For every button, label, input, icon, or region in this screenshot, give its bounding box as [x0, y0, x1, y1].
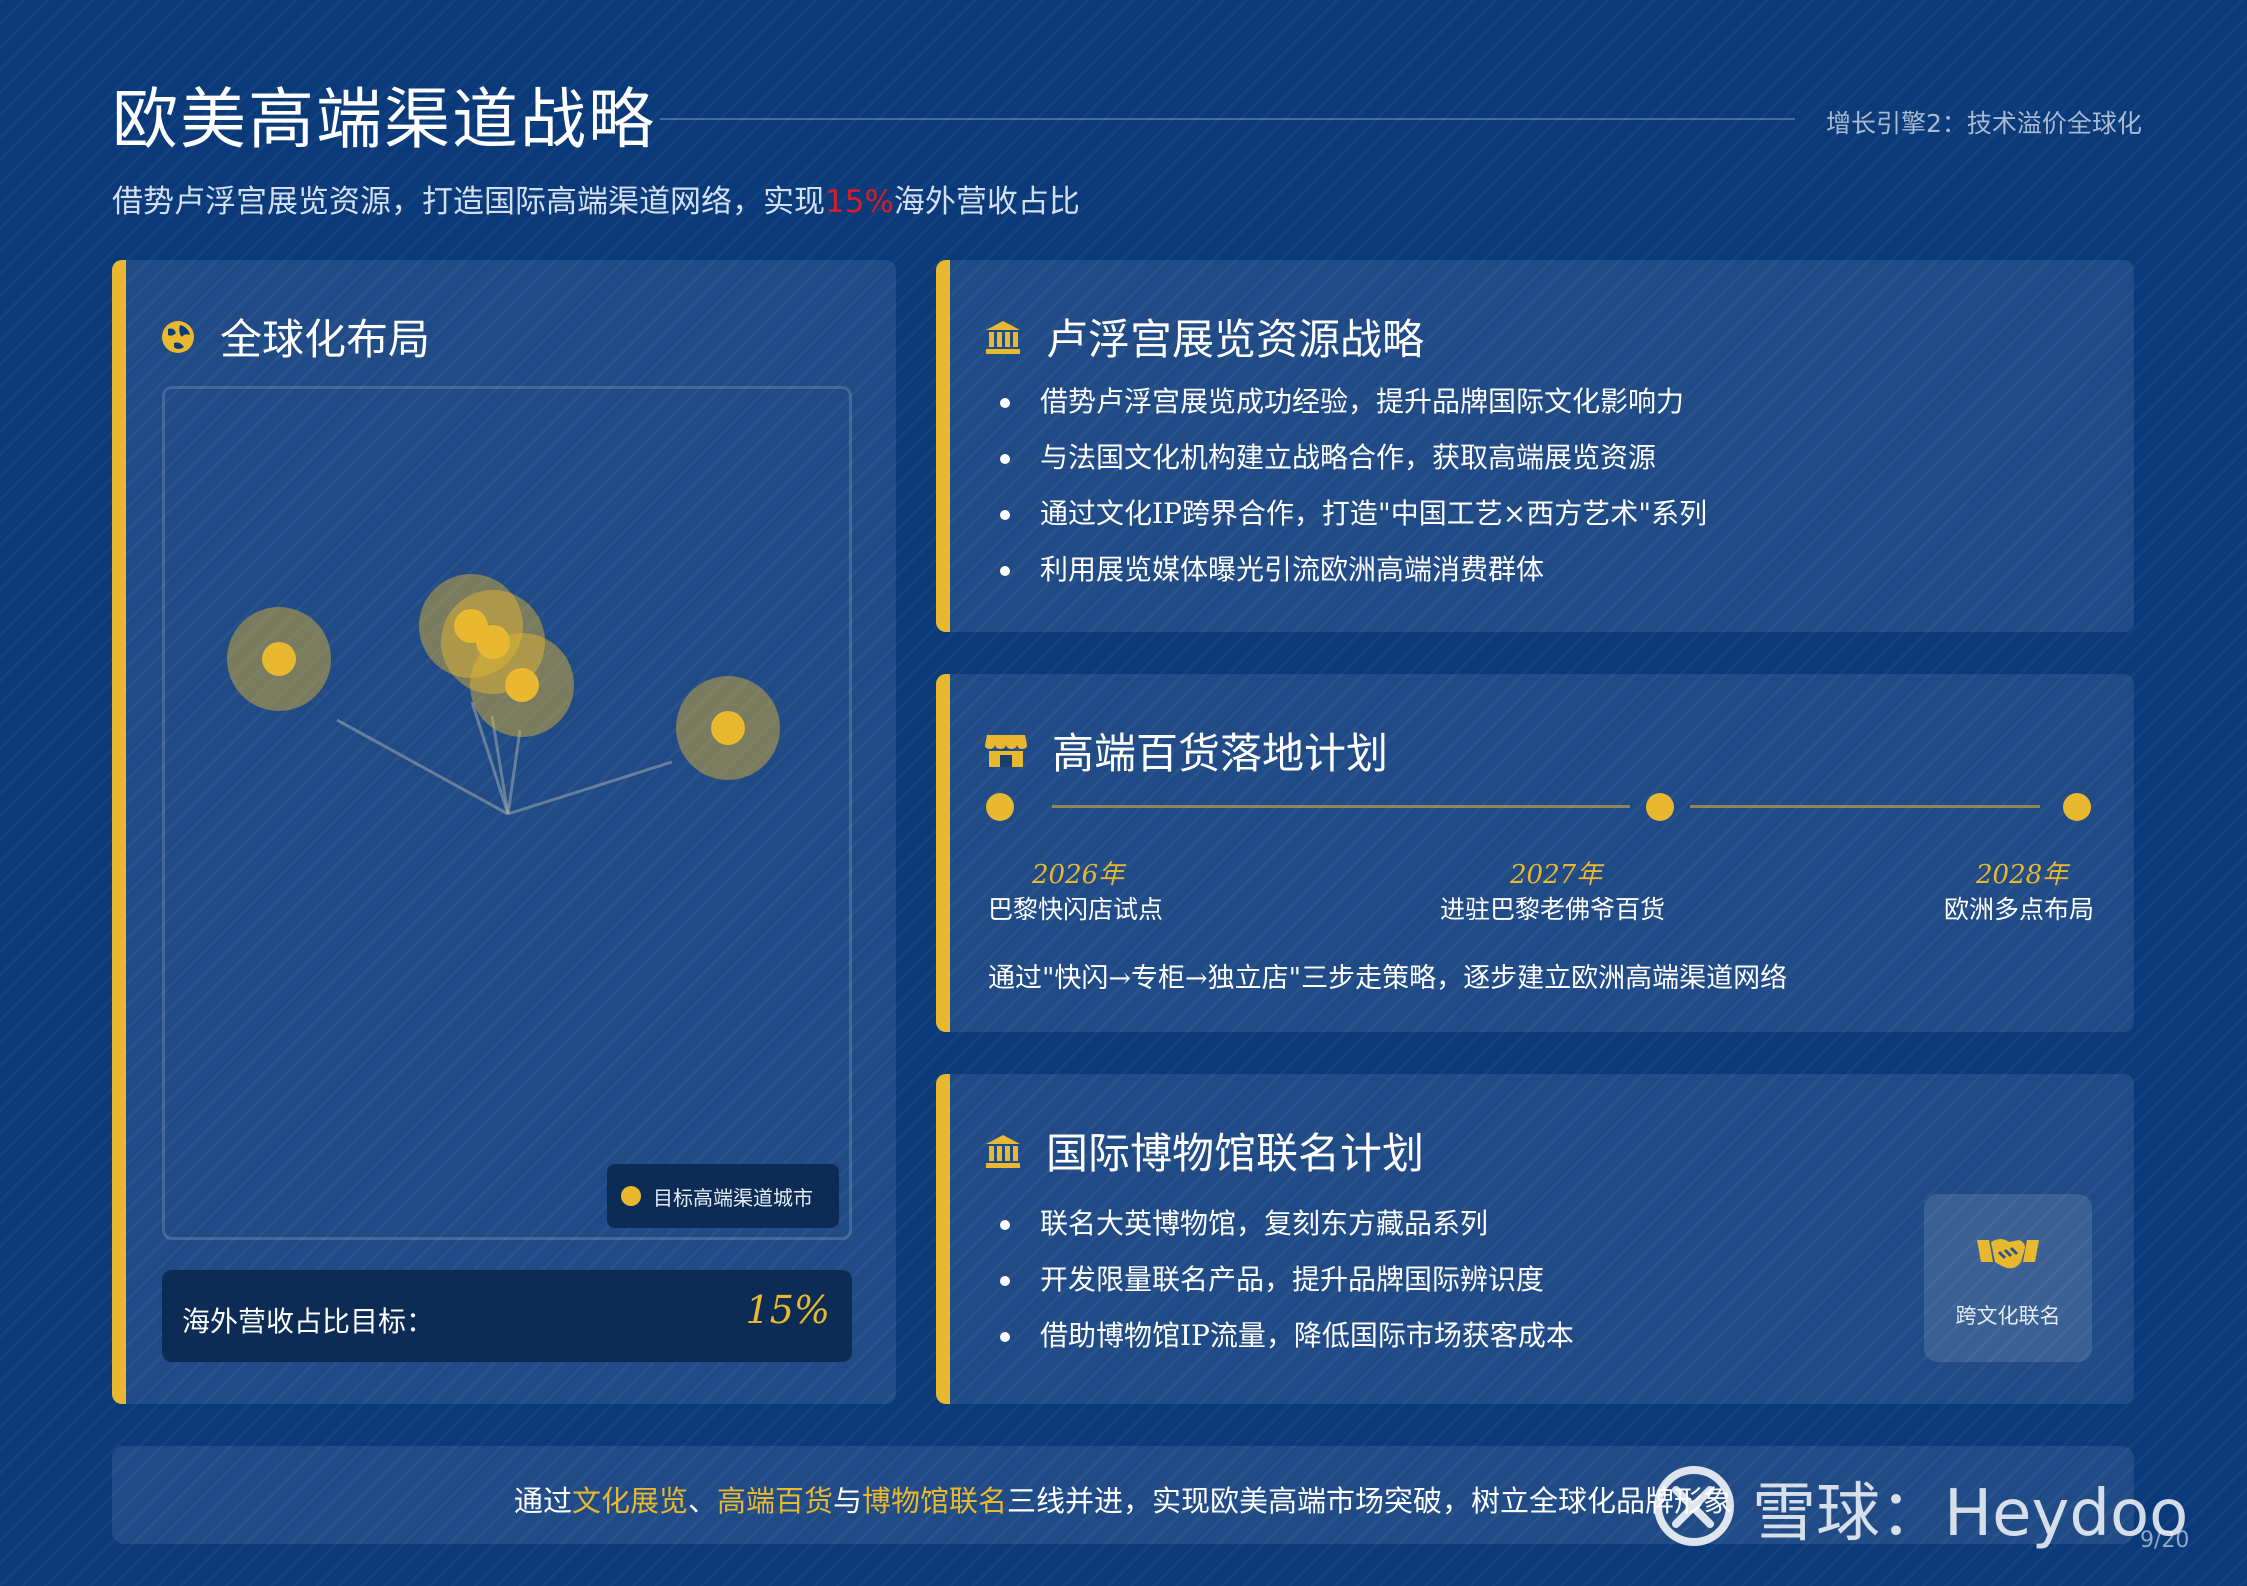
city-marker-5 — [676, 676, 780, 780]
list-item: 借助博物馆IP流量，降低国际市场获客成本 — [996, 1308, 1574, 1364]
louvre-bullet-list: 借势卢浮宫展览成功经验，提升品牌国际文化影响力 与法国文化机构建立战略合作，获取… — [996, 374, 1707, 598]
museum-title: 国际博物馆联名计划 — [1046, 1129, 1425, 1178]
legend-dot-icon — [621, 1186, 641, 1206]
list-item: 与法国文化机构建立战略合作，获取高端展览资源 — [996, 430, 1707, 486]
footer-text-2: 三线并进，实现欧美高端市场突破，树立全球化品牌形象 — [1007, 1484, 1733, 1518]
handshake-icon — [1975, 1232, 2041, 1280]
timeline-dot — [2063, 793, 2091, 821]
page-title: 欧美高端渠道战略 — [112, 81, 656, 158]
list-item: 联名大英博物馆，复刻东方藏品系列 — [996, 1196, 1574, 1252]
timeline-desc-3: 欧洲多点布局 — [1944, 895, 2095, 924]
timeline-connector — [1690, 805, 2040, 808]
timeline-year-1: 2026年 — [1032, 860, 1125, 890]
dept-title: 高端百货落地计划 — [1052, 729, 1389, 778]
timeline-year-2: 2027年 — [1510, 860, 1603, 890]
footer-highlight-2: 高端百货 — [716, 1484, 833, 1518]
list-item: 通过文化IP跨界合作，打造"中国工艺×西方艺术"系列 — [996, 486, 1707, 542]
louvre-title: 卢浮宫展览资源战略 — [1046, 315, 1425, 364]
timeline-dot — [1646, 793, 1674, 821]
museum-bullet-list: 联名大英博物馆，复刻东方藏品系列 开发限量联名产品，提升品牌国际辨识度 借助博物… — [996, 1196, 1574, 1364]
timeline-connector — [1052, 805, 1630, 808]
snowball-logo-icon — [1652, 1464, 1736, 1552]
timeline-desc-2: 进驻巴黎老佛爷百货 — [1440, 895, 1666, 924]
legend-label: 目标高端渠道城市 — [653, 1185, 813, 1210]
subtitle-highlight: 15% — [825, 184, 894, 220]
revenue-target-label: 海外营收占比目标： — [182, 1305, 435, 1338]
footer-sep-2: 与 — [833, 1484, 863, 1518]
city-markers-graphic — [227, 574, 780, 816]
header-divider — [660, 118, 1795, 120]
global-layout-title-row: 全球化布局 — [160, 306, 430, 367]
city-marker-1 — [227, 607, 331, 711]
connection-line — [507, 760, 673, 816]
timeline-year-3: 2028年 — [1976, 860, 2069, 890]
subtitle-text-after: 海外营收占比 — [893, 184, 1080, 220]
connection-line — [506, 729, 522, 815]
timeline-desc-1: 巴黎快闪店试点 — [988, 895, 1164, 924]
cross-culture-badge: 跨文化联名 — [1924, 1194, 2092, 1362]
footer-highlight-3: 博物馆联名 — [862, 1484, 1008, 1518]
page-number: 9/20 — [2140, 1528, 2190, 1553]
map-legend: 目标高端渠道城市 — [607, 1164, 839, 1228]
museum-icon — [984, 1133, 1022, 1169]
section-tag: 增长引擎2：技术溢价全球化 — [1826, 109, 2142, 138]
badge-label: 跨文化联名 — [1955, 1304, 2061, 1328]
museum-title-row: 国际博物馆联名计划 — [984, 1120, 1424, 1181]
list-item: 开发限量联名产品，提升品牌国际辨识度 — [996, 1252, 1574, 1308]
city-marker-4 — [470, 633, 574, 737]
store-icon — [984, 733, 1028, 769]
watermark-text: 雪球：Heydoo — [1752, 1477, 2189, 1551]
dept-strategy-note: 通过"快闪→专柜→独立店"三步走策略，逐步建立欧洲高端渠道网络 — [988, 963, 1788, 994]
dept-title-row: 高端百货落地计划 — [984, 720, 1388, 781]
revenue-target-value: 15% — [745, 1288, 830, 1332]
museum-icon — [984, 319, 1022, 355]
footer-text-1: 通过 — [513, 1484, 572, 1518]
footer-sep-1: 、 — [687, 1484, 717, 1518]
list-item: 借势卢浮宫展览成功经验，提升品牌国际文化影响力 — [996, 374, 1707, 430]
revenue-target-box: 海外营收占比目标： 15% — [162, 1270, 852, 1362]
list-item: 利用展览媒体曝光引流欧洲高端消费群体 — [996, 542, 1707, 598]
globe-icon — [160, 319, 196, 355]
louvre-title-row: 卢浮宫展览资源战略 — [984, 306, 1424, 367]
timeline-dot — [986, 793, 1014, 821]
subtitle-text-before: 借势卢浮宫展览资源，打造国际高端渠道网络，实现 — [112, 184, 825, 220]
page-subtitle: 借势卢浮宫展览资源，打造国际高端渠道网络，实现15%海外营收占比 — [112, 176, 1080, 221]
footer-highlight-1: 文化展览 — [571, 1484, 688, 1518]
global-layout-title: 全球化布局 — [220, 315, 431, 364]
watermark: 雪球：Heydoo — [1652, 1462, 2188, 1554]
